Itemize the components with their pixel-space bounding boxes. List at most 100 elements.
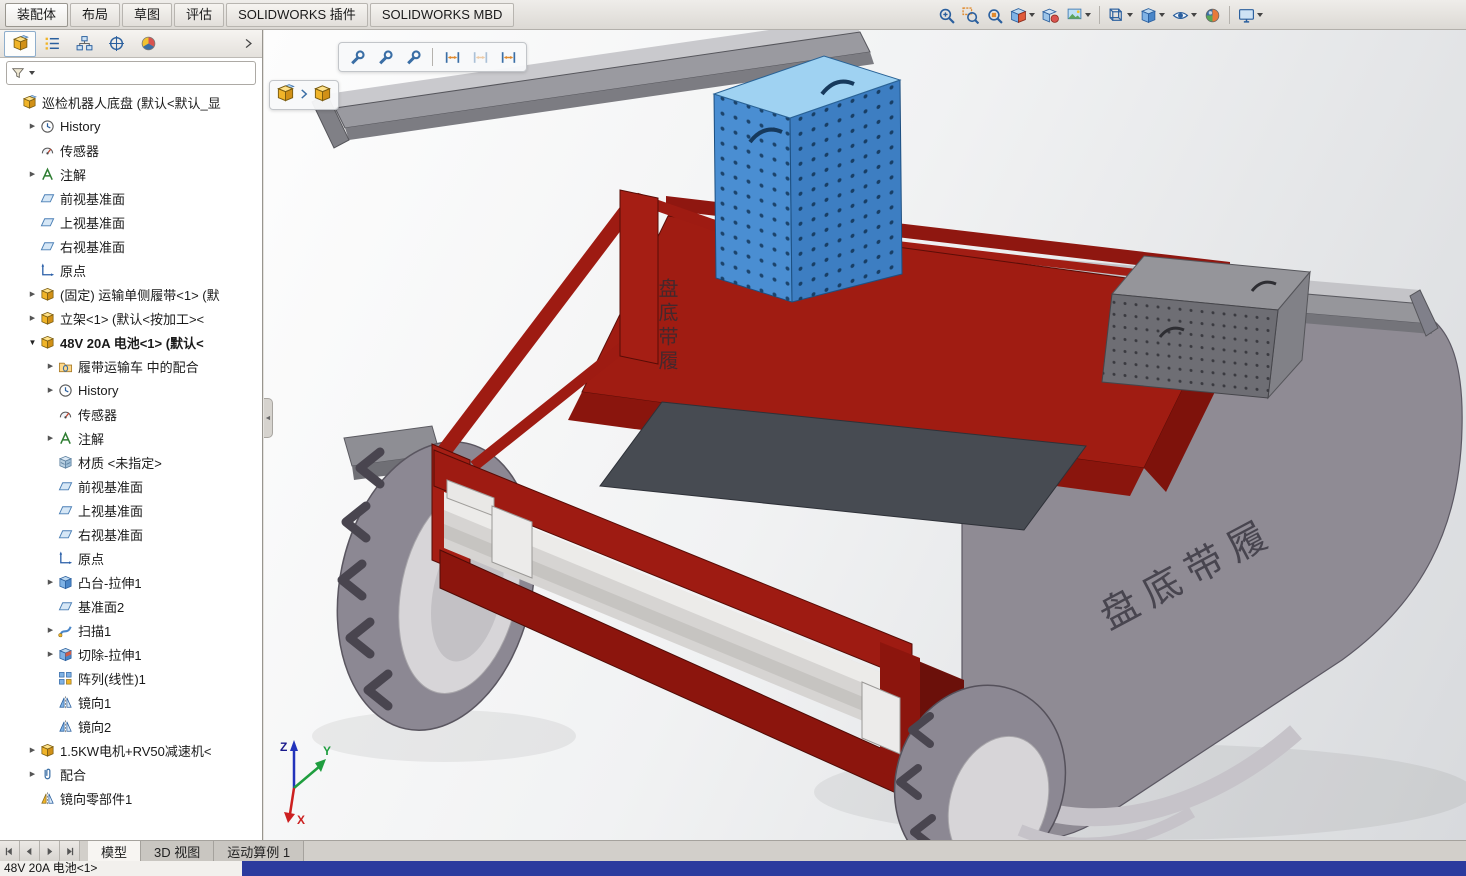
nav-first-button[interactable]	[0, 841, 20, 861]
insert-mate-icon	[349, 49, 366, 66]
model-scene[interactable]: 盘底带履 盘底带履 Z Y X	[264, 30, 1466, 840]
panel-tab-display-manager[interactable]	[132, 31, 164, 57]
tree-item-6[interactable]: 上视基准面	[0, 210, 262, 234]
tree-item-21[interactable]: ▶ 凸台-拉伸1	[0, 570, 262, 594]
viewport-options-button[interactable]	[1235, 3, 1266, 27]
sheet-tab-bar: 模型 3D 视图 运动算例 1	[0, 840, 1466, 861]
expand-arrow-icon[interactable]: ▶	[44, 650, 57, 658]
tree-item-18[interactable]: 上视基准面	[0, 498, 262, 522]
tree-item-16[interactable]: 材质 <未指定>	[0, 450, 262, 474]
smart-mate-button[interactable]	[400, 45, 426, 69]
control-box[interactable]	[1101, 255, 1311, 400]
nav-first-icon	[4, 846, 15, 857]
plane-icon	[40, 215, 55, 230]
part-icon[interactable]	[313, 84, 332, 106]
tree-item-3[interactable]: 传感器	[0, 138, 262, 162]
mirror-icon	[57, 718, 74, 734]
tree-item-30[interactable]: 镜向零部件1	[0, 786, 262, 810]
mate-button[interactable]	[372, 45, 398, 69]
tree-item-19[interactable]: 右视基准面	[0, 522, 262, 546]
zoom-fit-button[interactable]	[983, 3, 1006, 27]
distance-mate-button[interactable]	[467, 45, 493, 69]
tree-item-26[interactable]: 镜向1	[0, 690, 262, 714]
tree-item-1[interactable]: 巡检机器人底盘 (默认<默认_显	[0, 90, 262, 114]
expand-arrow-icon[interactable]: ▶	[26, 770, 39, 778]
sheet-tab-3[interactable]: 运动算例 1	[214, 841, 305, 861]
tree-item-7[interactable]: 右视基准面	[0, 234, 262, 258]
pattern-icon	[58, 671, 73, 686]
plane-icon	[40, 239, 55, 254]
tree-item-2[interactable]: ▶ History	[0, 114, 262, 138]
zoom-in-button[interactable]	[935, 3, 958, 27]
expand-arrow-icon[interactable]: ▶	[44, 578, 57, 586]
apply-scene-icon	[1066, 7, 1083, 24]
filter-input[interactable]	[6, 61, 256, 85]
expand-arrow-icon[interactable]: ▶	[44, 362, 57, 370]
nav-prev-button[interactable]	[20, 841, 40, 861]
tree-item-8[interactable]: 原点	[0, 258, 262, 282]
expand-arrow-icon[interactable]: ▶	[44, 386, 57, 394]
tree-item-28[interactable]: ▶ 1.5KW电机+RV50减速机<	[0, 738, 262, 762]
tree-item-27[interactable]: 镜向2	[0, 714, 262, 738]
sheet-tab-1[interactable]: 模型	[88, 841, 142, 861]
expand-arrow-icon[interactable]: ▼	[26, 338, 39, 347]
nav-next-button[interactable]	[40, 841, 60, 861]
tree-item-14[interactable]: 传感器	[0, 402, 262, 426]
plane-icon	[57, 478, 74, 494]
expand-arrow-icon[interactable]: ▶	[26, 746, 39, 754]
menu-tab-2[interactable]: 布局	[70, 2, 121, 27]
sheet-tab-2[interactable]: 3D 视图	[141, 841, 215, 861]
heads-up-view-toolbar	[935, 2, 1266, 28]
angle-mate-button[interactable]	[495, 45, 521, 69]
angle-mate-icon	[500, 49, 517, 66]
expand-arrow-icon[interactable]: ▶	[26, 122, 39, 130]
tree-item-23[interactable]: ▶ 扫描1	[0, 618, 262, 642]
tree-item-12[interactable]: ▶ 履带运输车 中的配合	[0, 354, 262, 378]
panel-expand-button[interactable]	[238, 33, 258, 55]
section-view-button[interactable]	[1007, 3, 1038, 27]
zoom-area-button[interactable]	[959, 3, 982, 27]
menu-tab-3[interactable]: 草图	[122, 2, 173, 27]
expand-arrow-icon[interactable]: ▶	[44, 434, 57, 442]
battery-box[interactable]	[712, 55, 903, 303]
expand-arrow-icon[interactable]: ▶	[44, 626, 57, 634]
panel-tab-feature-manager[interactable]	[4, 30, 36, 57]
assembly-icon[interactable]	[276, 84, 295, 106]
tree-item-24[interactable]: ▶ 切除-拉伸1	[0, 642, 262, 666]
tree-item-5[interactable]: 前视基准面	[0, 186, 262, 210]
expand-arrow-icon[interactable]: ▶	[26, 314, 39, 322]
nav-last-button[interactable]	[60, 841, 80, 861]
insert-mate-button[interactable]	[344, 45, 370, 69]
panel-tab-dimxpert-manager[interactable]	[100, 31, 132, 57]
menu-tab-1[interactable]: 装配体	[5, 2, 69, 27]
edit-appearance-button[interactable]	[1039, 3, 1062, 27]
panel-collapse-handle[interactable]: ◄	[264, 398, 273, 438]
expand-arrow-icon[interactable]: ▶	[26, 170, 39, 178]
plane-icon	[57, 502, 74, 518]
tree-item-4[interactable]: ▶ 注解	[0, 162, 262, 186]
tree-item-13[interactable]: ▶ History	[0, 378, 262, 402]
tree-item-17[interactable]: 前视基准面	[0, 474, 262, 498]
apply-scene-button[interactable]	[1063, 3, 1094, 27]
tree-item-9[interactable]: ▶ (固定) 运输单侧履带<1> (默	[0, 282, 262, 306]
hide-show-button[interactable]	[1169, 3, 1200, 27]
tree-item-29[interactable]: ▶ 配合	[0, 762, 262, 786]
tree-item-25[interactable]: 阵列(线性)1	[0, 666, 262, 690]
view-orientation-button[interactable]	[1105, 3, 1136, 27]
tree-item-20[interactable]: 原点	[0, 546, 262, 570]
menu-tab-5[interactable]: SOLIDWORKS 插件	[226, 2, 368, 27]
panel-tab-property-manager[interactable]	[36, 31, 68, 57]
graphics-viewport[interactable]: 盘底带履 盘底带履 Z Y X ◄	[264, 30, 1466, 840]
tree-item-label: 前视基准面	[60, 191, 126, 207]
panel-tab-configuration-manager[interactable]	[68, 31, 100, 57]
expand-arrow-icon[interactable]: ▶	[26, 290, 39, 298]
tree-item-15[interactable]: ▶ 注解	[0, 426, 262, 450]
menu-tab-6[interactable]: SOLIDWORKS MBD	[369, 2, 515, 27]
tree-item-10[interactable]: ▶ 立架<1> (默认<按加工><	[0, 306, 262, 330]
appearance-sphere-button[interactable]	[1201, 3, 1224, 27]
menu-tab-4[interactable]: 评估	[174, 2, 225, 27]
display-style-button[interactable]	[1137, 3, 1168, 27]
tree-item-22[interactable]: 基准面2	[0, 594, 262, 618]
width-mate-button[interactable]	[439, 45, 465, 69]
tree-item-11[interactable]: ▼ 48V 20A 电池<1> (默认<	[0, 330, 262, 354]
